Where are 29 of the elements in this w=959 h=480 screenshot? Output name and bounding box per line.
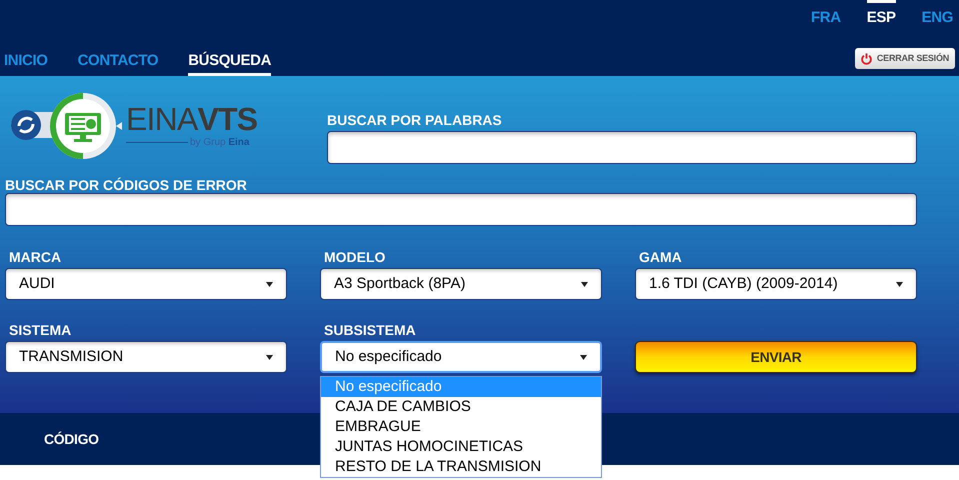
select-field[interactable]: AUDI (5, 268, 287, 300)
select-field[interactable]: No especificado (320, 341, 602, 373)
select-field[interactable]: A3 Sportback (8PA) (320, 268, 602, 300)
search-field[interactable] (5, 193, 917, 226)
field-label: GAMA (638, 248, 683, 267)
field-label: BUSCAR POR PALABRAS (327, 110, 503, 130)
field-label: BUSCAR POR CÓDIGOS DE ERROR (5, 176, 248, 193)
logout-button[interactable]: CERRAR SESIÓN (854, 48, 955, 69)
field-label: MODELO (323, 248, 386, 267)
select-field[interactable]: 1.6 TDI (CAYB) (2009-2014) (635, 268, 917, 300)
caret-icon (266, 282, 273, 286)
select-field[interactable]: TRANSMISION (5, 341, 287, 373)
language-link[interactable]: ESP (866, 0, 896, 30)
search-field[interactable] (327, 130, 917, 164)
language-link[interactable]: FRA (811, 0, 841, 30)
field-label: SUBSISTEMA (323, 321, 417, 340)
column-header: CÓDIGO (44, 430, 99, 448)
caret-icon (266, 354, 273, 360)
nav-tab[interactable]: CONTACTO (78, 50, 158, 76)
caret-icon (580, 354, 587, 360)
logo-text: EINAVTS (126, 100, 258, 136)
submit-button[interactable]: ENVIAR (635, 341, 917, 373)
language-link[interactable]: ENG (922, 0, 953, 30)
field-label: MARCA (8, 248, 62, 267)
caret-icon (896, 282, 903, 286)
field-label: SISTEMA (8, 321, 72, 340)
caret-icon (581, 282, 588, 286)
power-icon (860, 52, 872, 64)
nav-tab[interactable]: INICIO (4, 50, 48, 76)
